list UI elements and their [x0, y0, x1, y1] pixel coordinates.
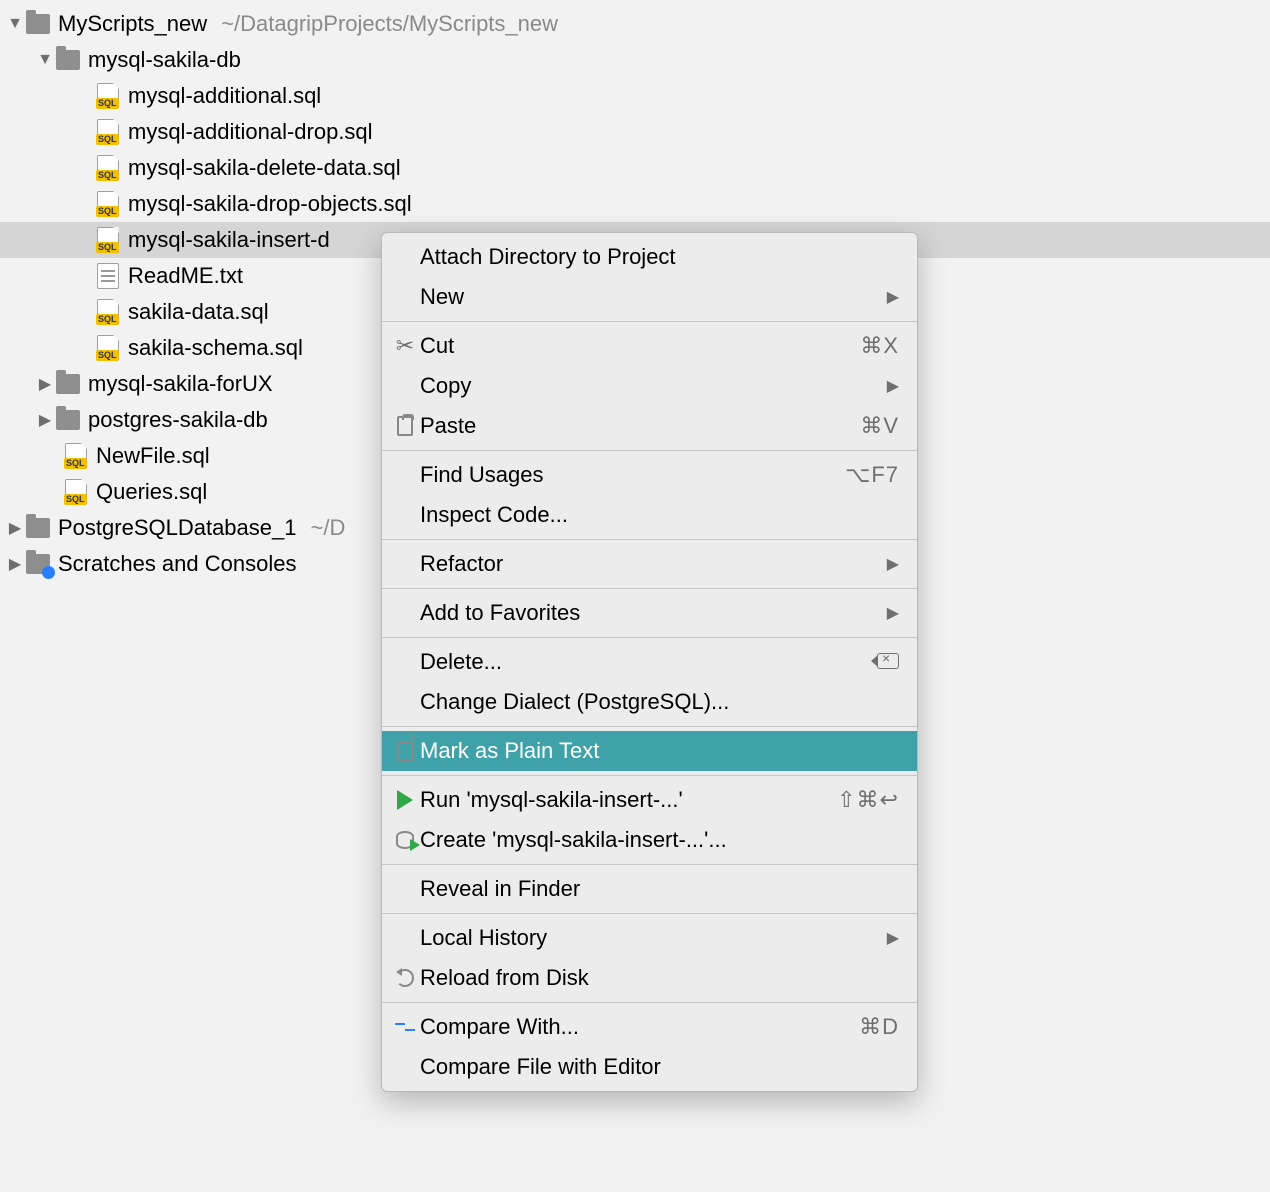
menu-item-delete[interactable]: Delete... [382, 642, 917, 682]
tree-node-file[interactable]: mysql-additional-drop.sql [0, 114, 1270, 150]
tree-label: mysql-sakila-forUX [88, 371, 273, 397]
scratches-icon [26, 552, 50, 576]
tree-node-file[interactable]: mysql-additional.sql [0, 78, 1270, 114]
menu-item-refactor[interactable]: Refactor ▶ [382, 544, 917, 584]
mark-text-icon [390, 741, 420, 761]
menu-item-copy[interactable]: Copy ▶ [382, 366, 917, 406]
chevron-right-icon[interactable]: ▶ [34, 410, 56, 430]
menu-item-attach[interactable]: Attach Directory to Project [382, 237, 917, 277]
menu-item-compare[interactable]: Compare With... ⌘D [382, 1007, 917, 1047]
menu-item-favorites[interactable]: Add to Favorites ▶ [382, 593, 917, 633]
folder-icon [26, 12, 50, 36]
sql-file-icon [96, 192, 120, 216]
compare-icon [390, 1019, 420, 1035]
tree-label: mysql-sakila-db [88, 47, 241, 73]
tree-label: mysql-sakila-drop-objects.sql [128, 191, 412, 217]
menu-item-reveal[interactable]: Reveal in Finder [382, 869, 917, 909]
menu-separator [382, 775, 917, 776]
submenu-arrow-icon: ▶ [887, 603, 899, 623]
menu-separator [382, 637, 917, 638]
tree-node-root[interactable]: ▼ MyScripts_new ~/DatagripProjects/MyScr… [0, 6, 1270, 42]
chevron-right-icon[interactable]: ▶ [4, 518, 26, 538]
menu-item-inspect[interactable]: Inspect Code... [382, 495, 917, 535]
menu-item-new[interactable]: New ▶ [382, 277, 917, 317]
menu-item-compare-editor[interactable]: Compare File with Editor [382, 1047, 917, 1087]
menu-item-find-usages[interactable]: Find Usages ⌥F7 [382, 455, 917, 495]
tree-label: MyScripts_new [58, 11, 207, 37]
tree-label: postgres-sakila-db [88, 407, 268, 433]
reload-icon [390, 969, 420, 987]
submenu-arrow-icon: ▶ [887, 287, 899, 307]
menu-separator [382, 321, 917, 322]
shortcut: ⌘X [860, 333, 899, 359]
menu-item-reload[interactable]: Reload from Disk [382, 958, 917, 998]
sql-file-icon [64, 444, 88, 468]
folder-icon [56, 372, 80, 396]
tree-label: sakila-data.sql [128, 299, 269, 325]
text-file-icon [96, 264, 120, 288]
tree-label: NewFile.sql [96, 443, 210, 469]
sql-file-icon [96, 120, 120, 144]
tree-label: Queries.sql [96, 479, 207, 505]
menu-separator [382, 726, 917, 727]
tree-label: mysql-additional-drop.sql [128, 119, 373, 145]
tree-node-file[interactable]: mysql-sakila-delete-data.sql [0, 150, 1270, 186]
menu-item-dialect[interactable]: Change Dialect (PostgreSQL)... [382, 682, 917, 722]
menu-item-run[interactable]: Run 'mysql-sakila-insert-...' ⇧⌘↩ [382, 780, 917, 820]
shortcut: ⌘D [859, 1014, 899, 1040]
tree-node-folder[interactable]: ▼ mysql-sakila-db [0, 42, 1270, 78]
tree-path: ~/DatagripProjects/MyScripts_new [221, 11, 558, 37]
tree-label: Scratches and Consoles [58, 551, 296, 577]
sql-file-icon [96, 84, 120, 108]
sql-file-icon [96, 156, 120, 180]
folder-icon [56, 408, 80, 432]
context-menu: Attach Directory to Project New ▶ ✂ Cut … [381, 232, 918, 1092]
sql-file-icon [96, 336, 120, 360]
menu-separator [382, 1002, 917, 1003]
tree-node-file[interactable]: mysql-sakila-drop-objects.sql [0, 186, 1270, 222]
tree-label: mysql-additional.sql [128, 83, 321, 109]
tree-label: mysql-sakila-insert-d [128, 227, 330, 253]
menu-item-history[interactable]: Local History ▶ [382, 918, 917, 958]
shortcut: ⇧⌘↩ [837, 787, 899, 813]
chevron-right-icon[interactable]: ▶ [34, 374, 56, 394]
shortcut: ⌘V [860, 413, 899, 439]
menu-separator [382, 539, 917, 540]
menu-separator [382, 588, 917, 589]
chevron-down-icon[interactable]: ▼ [34, 51, 56, 69]
clipboard-icon [390, 416, 420, 436]
tree-label: sakila-schema.sql [128, 335, 303, 361]
sql-file-icon [64, 480, 88, 504]
menu-separator [382, 913, 917, 914]
run-icon [390, 790, 420, 810]
menu-separator [382, 450, 917, 451]
tree-label: ReadME.txt [128, 263, 243, 289]
menu-item-mark-plain-text[interactable]: Mark as Plain Text [382, 731, 917, 771]
submenu-arrow-icon: ▶ [887, 376, 899, 396]
tree-path: ~/D [311, 515, 346, 541]
sql-file-icon [96, 300, 120, 324]
folder-icon [26, 516, 50, 540]
db-run-icon [390, 831, 420, 849]
submenu-arrow-icon: ▶ [887, 554, 899, 574]
tree-label: mysql-sakila-delete-data.sql [128, 155, 401, 181]
tree-label: PostgreSQLDatabase_1 [58, 515, 297, 541]
sql-file-icon [96, 228, 120, 252]
menu-separator [382, 864, 917, 865]
submenu-arrow-icon: ▶ [887, 928, 899, 948]
menu-item-cut[interactable]: ✂ Cut ⌘X [382, 326, 917, 366]
menu-item-paste[interactable]: Paste ⌘V [382, 406, 917, 446]
menu-item-create[interactable]: Create 'mysql-sakila-insert-...'... [382, 820, 917, 860]
shortcut: ⌥F7 [845, 462, 899, 488]
folder-icon [56, 48, 80, 72]
delete-key-icon [877, 649, 899, 675]
chevron-right-icon[interactable]: ▶ [4, 554, 26, 574]
chevron-down-icon[interactable]: ▼ [4, 15, 26, 33]
scissors-icon: ✂ [390, 333, 420, 359]
